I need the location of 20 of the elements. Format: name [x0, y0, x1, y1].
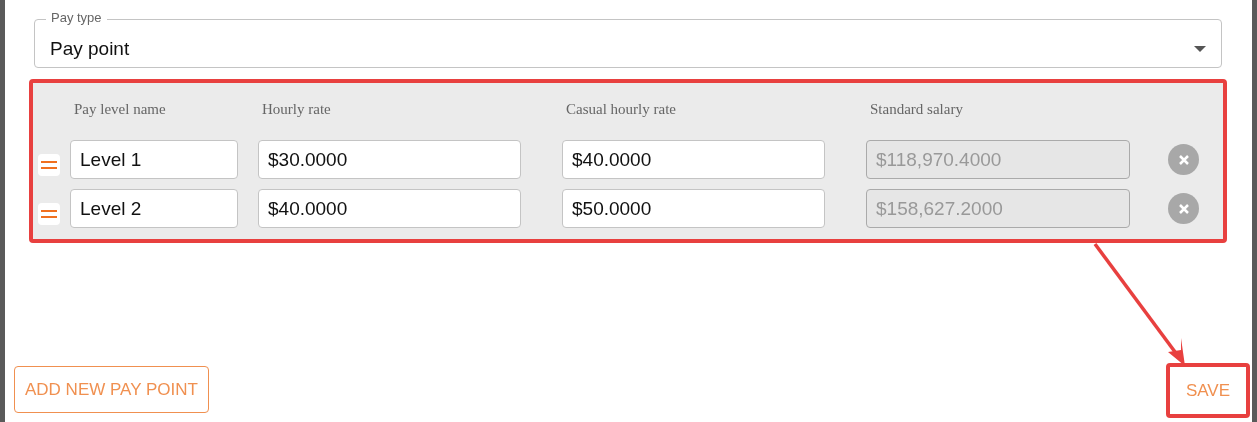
- level-name-field[interactable]: Level 1: [70, 140, 238, 179]
- drag-handle-icon[interactable]: [38, 153, 60, 176]
- dropdown-caret-icon: [1194, 45, 1206, 52]
- pay-type-label: Pay type: [46, 10, 107, 25]
- level-name-field[interactable]: Level 2: [70, 189, 238, 228]
- hourly-rate-field[interactable]: $40.0000: [258, 189, 521, 228]
- remove-button[interactable]: [1168, 144, 1199, 175]
- column-header: Standard salary: [869, 99, 964, 119]
- pay-type-select[interactable]: Pay type Pay point: [34, 10, 1222, 68]
- column-header: Casual hourly rate: [565, 99, 677, 119]
- hourly-rate-field[interactable]: $30.0000: [258, 140, 521, 179]
- close-icon: [1178, 203, 1189, 214]
- close-icon: [1178, 154, 1189, 165]
- casual-rate-field[interactable]: $40.0000: [562, 140, 825, 179]
- remove-button[interactable]: [1168, 193, 1199, 224]
- column-header: Pay level name: [73, 99, 167, 119]
- casual-rate-field[interactable]: $50.0000: [562, 189, 825, 228]
- pay-type-value: Pay point: [50, 37, 130, 60]
- drag-handle-icon[interactable]: [38, 202, 60, 225]
- column-header: Hourly rate: [261, 99, 332, 119]
